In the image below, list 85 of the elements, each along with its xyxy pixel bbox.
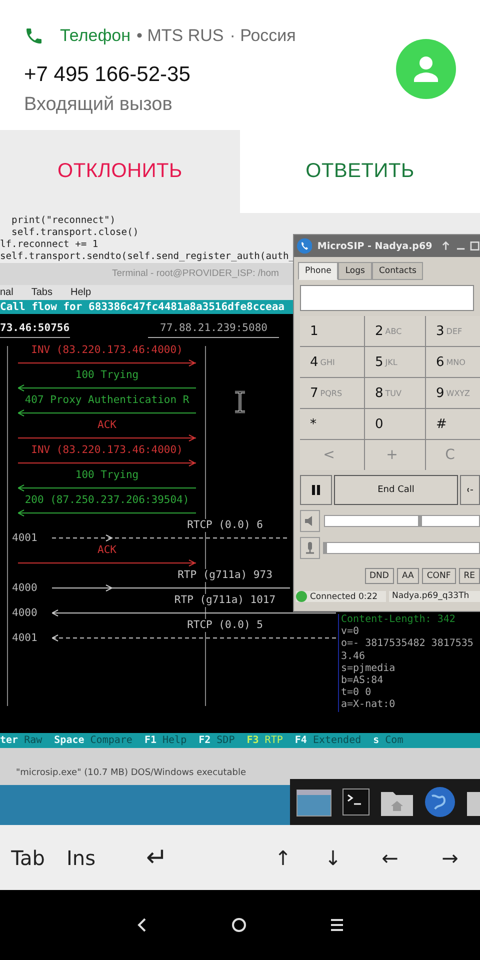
message-label: INV (83.220.173.46:4000): [30, 444, 184, 456]
menu-item[interactable]: nal: [0, 285, 14, 300]
speaker-button[interactable]: [300, 510, 320, 532]
sdp-line: 3.46: [341, 650, 366, 663]
dial-input-field[interactable]: [300, 285, 474, 311]
microphone-icon: [304, 541, 316, 555]
pin-icon[interactable]: [441, 241, 451, 251]
code-line: lf.reconnect += 1: [0, 239, 98, 251]
tab[interactable]: Contacts: [372, 262, 424, 280]
notification-header-text: • MTS RUS: [136, 26, 224, 46]
extra-key[interactable]: ↑: [260, 844, 306, 870]
globe-icon[interactable]: [424, 786, 456, 818]
sdp-line: t=0 0: [341, 687, 372, 700]
message-label: 407 Proxy Authentication R: [24, 394, 190, 406]
extra-key[interactable]: →: [420, 844, 480, 870]
code-line: self.transport.close(): [10, 227, 139, 239]
window-title: MicroSIP - Nadya.p69: [317, 240, 432, 252]
option-button[interactable]: CONF: [422, 568, 456, 584]
call-status: Входящий вызов: [24, 94, 174, 116]
extra-key[interactable]: Tab: [0, 844, 56, 870]
home-icon[interactable]: [230, 917, 247, 933]
port-number: 4000: [12, 582, 38, 594]
phone-icon: [24, 26, 44, 46]
message-label: ACK: [96, 419, 118, 432]
port-number: 4001: [12, 532, 38, 544]
option-button[interactable]: RE: [458, 568, 480, 584]
host-address: 77.88.21.239:5080: [148, 322, 280, 338]
option-button[interactable]: DND: [364, 568, 394, 584]
microphone-volume-slider[interactable]: [324, 542, 480, 554]
keypad-key[interactable]: 1: [300, 316, 364, 346]
status-icon: [296, 591, 307, 602]
message-label: INV (83.220.173.46:4000): [30, 344, 184, 356]
message-label: 100 Trying: [74, 369, 140, 382]
account-name: Nadya.p69_q33Th: [389, 591, 480, 602]
port-number: 4001: [12, 632, 38, 644]
transfer-button[interactable]: [460, 475, 480, 505]
host-address: 73.46:50756: [0, 322, 70, 338]
slider-thumb[interactable]: [418, 515, 422, 527]
tab[interactable]: Logs: [338, 262, 372, 280]
terminal-icon[interactable]: [342, 788, 370, 816]
pause-icon: [311, 484, 321, 496]
message-label: RTP (g711a) 973: [176, 569, 274, 582]
message-label: RTCP (0.0) 5: [186, 619, 264, 632]
text-cursor-icon: [234, 391, 246, 413]
phone-logo-icon: [297, 238, 312, 254]
tab[interactable]: Phone: [298, 262, 338, 280]
message-label: ACK: [96, 544, 118, 556]
keypad-key[interactable]: 0: [365, 409, 425, 439]
keypad-key[interactable]: #: [426, 409, 480, 439]
notification-header-text: · Россия: [230, 26, 296, 46]
decline-button[interactable]: ОТКЛОНИТЬ: [0, 130, 240, 213]
port-number: 4000: [12, 606, 38, 619]
connection-status: Connected 0:22: [296, 591, 386, 602]
sdp-line: Content-Length: 342: [341, 614, 456, 626]
extra-key[interactable]: ↵: [106, 842, 260, 874]
message-label: RTCP (0.0) 6: [186, 519, 264, 532]
microphone-button[interactable]: [300, 537, 320, 559]
slider-thumb[interactable]: [323, 542, 327, 554]
menu-item[interactable]: Tabs: [31, 285, 52, 300]
sdp-line: a=X-nat:0: [341, 699, 396, 712]
maximize-icon[interactable]: [470, 241, 480, 251]
window-icon[interactable]: [296, 787, 332, 817]
option-button[interactable]: AA: [396, 568, 419, 584]
code-line: self.transport.sendto(self.send_register_auth(auth_: [0, 251, 295, 263]
speaker-volume-slider[interactable]: [324, 515, 480, 527]
extra-key[interactable]: ↓: [306, 844, 360, 870]
sdp-line: s=pjmedia: [341, 662, 396, 675]
back-icon[interactable]: [136, 917, 148, 933]
menu-icon[interactable]: [330, 918, 344, 932]
menu-item[interactable]: Help: [70, 285, 92, 300]
caller-number: +7 495 166-52-35: [24, 62, 192, 86]
keypad-key[interactable]: *: [300, 409, 364, 439]
avatar-icon: [396, 39, 456, 99]
file-status-text: "microsip.exe" (10.7 MB) DOS/Windows executable: [16, 768, 246, 778]
code-line: print("reconnect"): [10, 215, 116, 227]
sdp-line: o=- 3817535482 3817535: [341, 638, 474, 651]
extra-key[interactable]: Ins: [56, 844, 106, 870]
message-label: 100 Trying: [74, 469, 140, 482]
notification-header-text: Телефон: [60, 26, 131, 46]
hold-button[interactable]: [300, 475, 332, 505]
end-call-button[interactable]: End Call: [334, 475, 458, 505]
message-label: RTP (g711a) 1017: [173, 594, 277, 606]
extra-key[interactable]: ←: [360, 844, 420, 870]
sdp-line: v=0: [341, 626, 360, 638]
sdp-line: b=AS:84: [341, 675, 384, 688]
